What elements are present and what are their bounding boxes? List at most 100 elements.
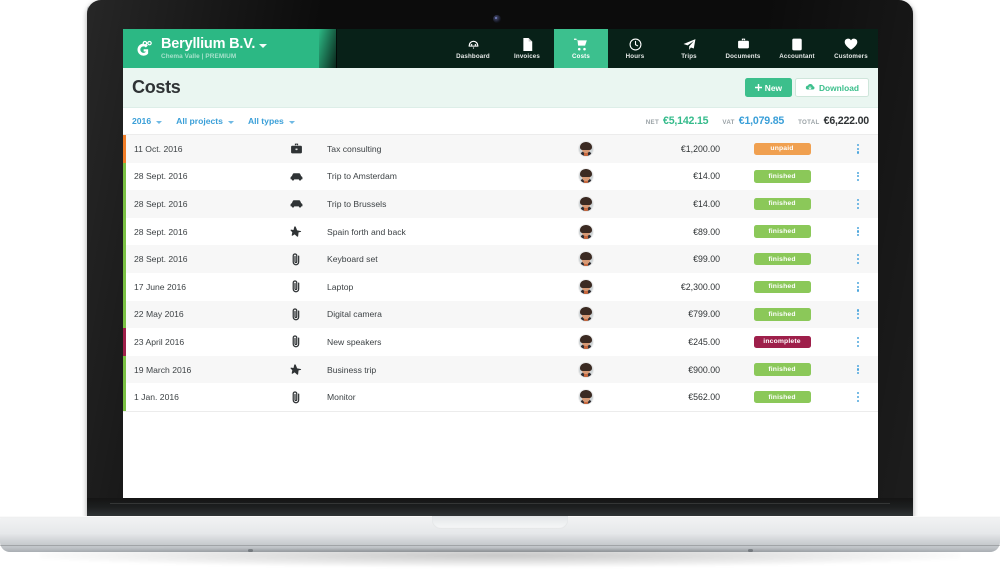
heart-icon: [844, 37, 858, 51]
nav-item-invoices[interactable]: Invoices: [500, 29, 554, 68]
nav-item-costs[interactable]: Costs: [554, 29, 608, 68]
row-status-bar: [123, 217, 126, 246]
kebab-menu-icon[interactable]: [838, 254, 878, 265]
paperclip-icon: [267, 308, 325, 321]
status-badge: unpaid: [753, 142, 811, 156]
webcam-lens-highlight: [495, 17, 497, 19]
total-value: €6,222.00: [823, 115, 870, 127]
page-title: Costs: [132, 77, 181, 97]
filter-all-projects[interactable]: All projects: [176, 116, 234, 126]
row-avatar-cell: [558, 196, 614, 211]
filter-bar: 2016 All projects All types NET €5,142.15 VA…: [123, 108, 878, 135]
nav-item-label: Trips: [681, 53, 697, 60]
page-header: Costs New Download: [123, 68, 878, 108]
row-amount: €562.00: [688, 392, 720, 403]
brand-name-row: Beryllium B.V.: [161, 36, 268, 53]
table-row[interactable]: 22 May 2016 Digital camera €799.00 finished: [123, 300, 878, 329]
nav-items: Dashboard Invoices Costs Hours Trips Document…: [446, 29, 878, 68]
brand-name: Beryllium B.V.: [161, 36, 256, 53]
avatar: [579, 362, 593, 377]
caret-down-icon: [156, 120, 163, 124]
briefcase-icon: [737, 37, 750, 51]
row-status-bar: [123, 190, 126, 218]
screen: Beryllium B.V. Chema Valle | PREMIUM Das…: [123, 29, 878, 514]
nav-item-documents[interactable]: Documents: [716, 29, 770, 68]
table-row[interactable]: 17 June 2016 Laptop €2,300.00 finished: [123, 272, 878, 301]
new-button[interactable]: New: [744, 78, 792, 97]
download-button-label: Download: [818, 82, 859, 93]
brand-text: Beryllium B.V. Chema Valle | PREMIUM: [161, 36, 268, 60]
brand-block[interactable]: Beryllium B.V. Chema Valle | PREMIUM: [132, 29, 268, 68]
paperclip-icon: [267, 253, 325, 266]
row-avatar-cell: [558, 362, 614, 377]
filter-all-types[interactable]: All types: [248, 116, 295, 126]
kebab-menu-icon[interactable]: [838, 364, 878, 375]
plane-icon: [267, 363, 325, 376]
row-amount: €14.00: [693, 171, 720, 182]
total-value: €5,142.15: [663, 115, 709, 127]
table-row[interactable]: 23 April 2016 New speakers €245.00 incomple…: [123, 328, 878, 356]
row-amount: €89.00: [693, 226, 720, 237]
row-description: Laptop: [327, 281, 354, 292]
owl-g-logo-icon: [132, 38, 154, 60]
row-avatar-cell: [558, 224, 614, 239]
avatar: [579, 252, 593, 267]
nav-item-hours[interactable]: Hours: [608, 29, 662, 68]
nav-item-customers[interactable]: Customers: [824, 29, 878, 68]
nav-item-label: Customers: [834, 53, 868, 60]
status-badge: finished: [753, 363, 811, 376]
table-row[interactable]: 19 March 2016 Business trip €900.00 finishe…: [123, 355, 878, 384]
download-button[interactable]: Download: [794, 78, 869, 97]
costs-table: 11 Oct. 2016 Tax consulting €1,200.00 unpai…: [123, 135, 878, 411]
total-label: VAT: [722, 119, 735, 126]
table-row[interactable]: 1 Jan. 2016 Monitor €562.00 finished: [123, 383, 878, 411]
table-row[interactable]: 28 Sept. 2016 Spain forth and back €89.00 f…: [123, 217, 878, 246]
row-description: Trip to Brussels: [327, 198, 387, 209]
row-avatar-cell: [558, 390, 614, 405]
filter-2016[interactable]: 2016: [132, 116, 163, 126]
kebab-menu-icon[interactable]: [838, 309, 878, 320]
row-status-bar: [123, 300, 126, 329]
status-badge: finished: [753, 280, 811, 294]
nav-item-dashboard[interactable]: Dashboard: [446, 29, 500, 68]
filter-label: All types: [247, 116, 284, 126]
kebab-menu-icon[interactable]: [838, 143, 878, 154]
kebab-menu-icon[interactable]: [838, 337, 878, 347]
nav-item-label: Hours: [625, 53, 645, 60]
total-net: NET €5,142.15: [646, 115, 709, 127]
document-icon: [522, 37, 533, 51]
row-date: 28 Sept. 2016: [134, 226, 188, 237]
kebab-menu-icon[interactable]: [838, 392, 878, 403]
paperclip-icon: [267, 390, 325, 404]
row-status-bar: [123, 245, 126, 273]
avatar: [579, 334, 593, 349]
screenshot-stage: Beryllium B.V. Chema Valle | PREMIUM Das…: [0, 0, 1000, 576]
row-amount: €900.00: [688, 364, 720, 375]
table-row[interactable]: 28 Sept. 2016 Trip to Amsterdam €14.00 fini…: [123, 162, 878, 191]
shopping-cart-icon: [574, 37, 588, 51]
avatar: [579, 196, 593, 211]
plane-icon: [267, 225, 325, 238]
table-row[interactable]: 28 Sept. 2016 Trip to Brussels €14.00 finis…: [123, 190, 878, 218]
row-description: New speakers: [327, 336, 382, 347]
caret-down-icon: [288, 120, 295, 124]
kebab-menu-icon[interactable]: [838, 281, 878, 292]
nav-item-trips[interactable]: Trips: [662, 29, 716, 68]
filter-label: 2016: [132, 116, 152, 126]
caret-down-icon[interactable]: [259, 43, 268, 48]
nav-item-label: Costs: [572, 53, 590, 60]
status-badge: finished: [753, 170, 811, 183]
nav-item-accountant[interactable]: Accountant: [770, 29, 824, 68]
row-status-cell: finished: [726, 390, 838, 404]
total-label: NET: [645, 119, 660, 126]
table-row[interactable]: 28 Sept. 2016 Keyboard set €99.00 finished: [123, 245, 878, 273]
brand-subtitle: Chema Valle | PREMIUM: [161, 52, 237, 60]
kebab-menu-icon[interactable]: [838, 226, 878, 237]
avatar: [579, 169, 593, 184]
plus-icon: [754, 83, 762, 93]
row-description: Trip to Amsterdam: [327, 171, 397, 182]
kebab-menu-icon[interactable]: [838, 199, 878, 209]
kebab-menu-icon[interactable]: [838, 171, 878, 182]
table-row[interactable]: 11 Oct. 2016 Tax consulting €1,200.00 unpai…: [123, 135, 878, 163]
laptop-base-notch: [432, 516, 568, 529]
